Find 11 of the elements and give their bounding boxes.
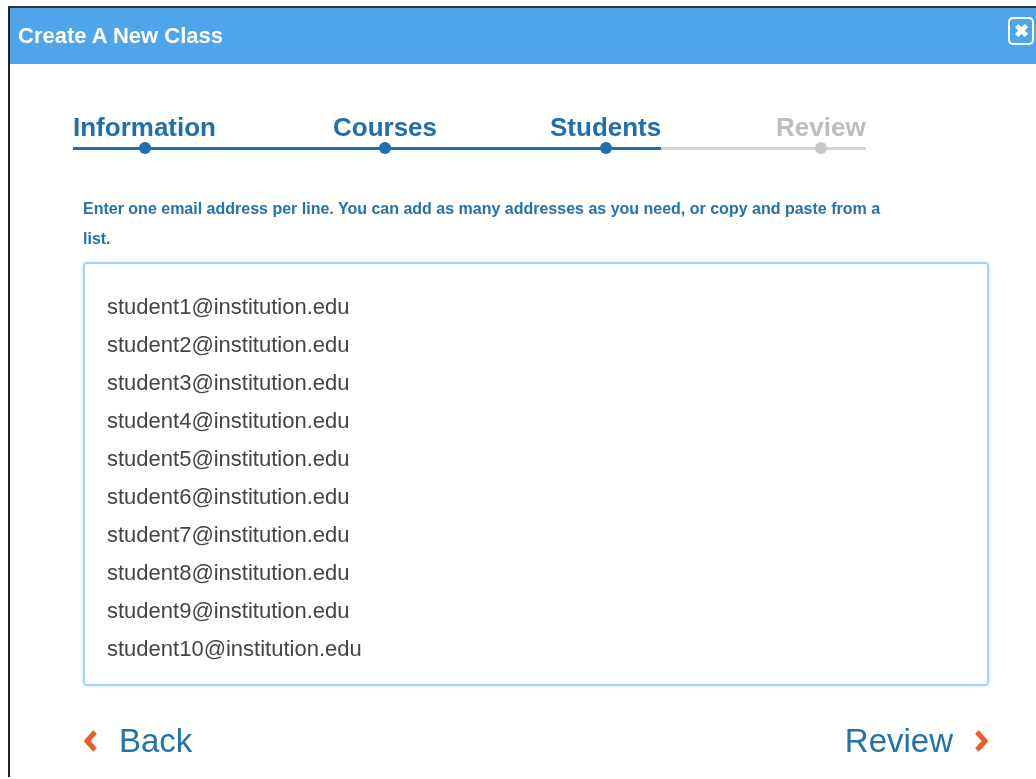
- email-field[interactable]: student1@institution.edu student2@institution.edu student3@institution.edu student4@institution.edu student5@institution.edu student6@institution.edu student7@institution.edu student8@institution.edu student9@institution.edu student10@institution.edu: [83, 262, 989, 686]
- dialog-title: Create A New Class: [18, 23, 223, 49]
- review-link[interactable]: Review: [844, 722, 989, 760]
- step-tab[interactable]: Courses: [333, 112, 438, 147]
- instruction-text: Enter one email address per line. You can add as many addresses as you need, or copy and paste from a list.: [83, 199, 882, 249]
- step-tab[interactable]: Students: [550, 112, 662, 147]
- back-link[interactable]: Back: [83, 722, 193, 760]
- step-tab[interactable]: Information: [73, 112, 216, 147]
- chevron-right-icon: [973, 729, 989, 753]
- step-dot: [814, 142, 827, 154]
- chevron-left-icon: [83, 729, 99, 753]
